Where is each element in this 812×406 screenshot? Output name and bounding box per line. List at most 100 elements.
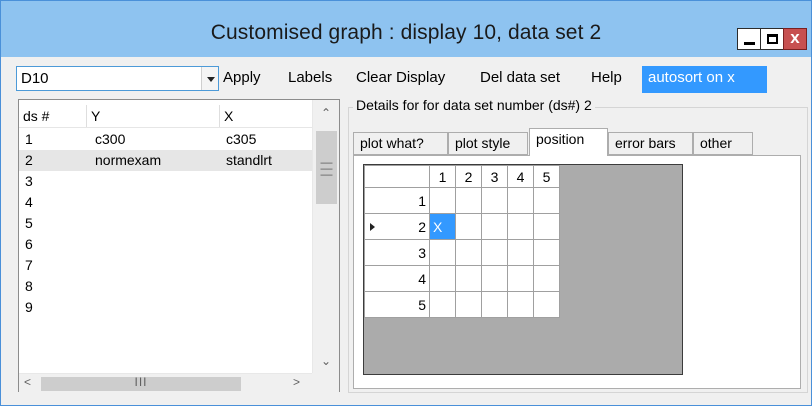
grid-cell[interactable] <box>533 291 560 318</box>
list-item[interactable]: 6 <box>19 234 312 255</box>
horizontal-scroll-thumb[interactable]: III <box>41 375 241 391</box>
grid-col-header[interactable]: 2 <box>455 165 482 188</box>
column-header-ds[interactable]: ds # <box>19 105 87 127</box>
grid-cell[interactable] <box>429 187 456 214</box>
title-bar[interactable]: Customised graph : display 10, data set … <box>1 1 811 57</box>
row-ds: 3 <box>25 173 33 189</box>
grid-col-header[interactable]: 3 <box>481 165 508 188</box>
grid-row: 3 <box>364 239 560 266</box>
close-icon: x <box>790 28 800 47</box>
position-grid-table: 1 2 3 4 5 1 2 X 3 4 5 <box>364 165 560 318</box>
header-divider <box>19 127 312 128</box>
chevron-down-icon[interactable]: ⌄ <box>321 354 331 368</box>
row-ds: 9 <box>25 299 33 315</box>
list-item-selected[interactable]: 2 normexam standlrt <box>19 150 312 171</box>
grid-cell[interactable] <box>507 265 534 292</box>
list-item[interactable]: 8 <box>19 276 312 297</box>
row-ds: 4 <box>25 194 33 210</box>
clear-display-button[interactable]: Clear Display <box>356 69 445 86</box>
grid-cell[interactable] <box>507 239 534 266</box>
vertical-scrollbar[interactable]: ⌃ — — — ⌄ <box>312 100 339 373</box>
grid-cell[interactable] <box>507 187 534 214</box>
grid-row: 5 <box>364 291 560 318</box>
grid-cell[interactable] <box>429 265 456 292</box>
column-header-x[interactable]: X <box>220 105 312 127</box>
grid-cell[interactable] <box>533 187 560 214</box>
tab-plot-what[interactable]: plot what? <box>353 132 448 155</box>
grid-cell[interactable] <box>455 265 482 292</box>
row-ds: 2 <box>25 152 33 168</box>
grid-cell[interactable] <box>455 291 482 318</box>
tab-plot-style[interactable]: plot style <box>448 132 528 155</box>
position-grid[interactable]: 1 2 3 4 5 1 2 X 3 4 5 <box>363 164 683 375</box>
maximize-button[interactable] <box>760 28 784 50</box>
horizontal-scrollbar[interactable]: < III > <box>19 373 312 392</box>
grid-row-header[interactable]: 3 <box>364 239 430 266</box>
grid-header-row: 1 2 3 4 5 <box>364 165 560 188</box>
grid-cell[interactable] <box>481 187 508 214</box>
row-ds: 8 <box>25 278 33 294</box>
grip-icon: III <box>134 375 148 389</box>
grid-cell[interactable] <box>481 291 508 318</box>
row-x: standlrt <box>226 152 272 168</box>
list-item[interactable]: 1 c300 c305 <box>19 129 312 150</box>
chevron-left-icon[interactable]: < <box>24 375 31 389</box>
grid-cell[interactable] <box>481 239 508 266</box>
details-group-label: Details for for data set number (ds#) 2 <box>353 97 595 113</box>
grid-cell[interactable] <box>455 187 482 214</box>
grid-cell[interactable] <box>429 239 456 266</box>
row-ds: 5 <box>25 215 33 231</box>
grid-col-header[interactable]: 5 <box>533 165 560 188</box>
grid-cell[interactable] <box>533 265 560 292</box>
grid-cell[interactable] <box>507 213 534 240</box>
grid-cell[interactable] <box>455 239 482 266</box>
row-y: c300 <box>95 131 126 147</box>
grid-cell[interactable] <box>507 291 534 318</box>
grid-col-header[interactable]: 4 <box>507 165 534 188</box>
list-item[interactable]: 7 <box>19 255 312 276</box>
display-combo[interactable]: D10 <box>16 66 219 91</box>
grid-cell[interactable] <box>481 265 508 292</box>
row-ds: 6 <box>25 236 33 252</box>
grid-cell[interactable] <box>481 213 508 240</box>
current-row-arrow-icon <box>370 223 375 231</box>
row-ds: 1 <box>25 131 33 147</box>
grid-row-header-current[interactable]: 2 <box>364 213 430 240</box>
labels-button[interactable]: Labels <box>288 69 332 86</box>
del-data-set-button[interactable]: Del data set <box>480 69 560 86</box>
tab-position[interactable]: position <box>529 128 608 156</box>
scroll-corner <box>312 373 339 392</box>
dataset-list[interactable]: ds # Y X 1 c300 c305 2 normexam standlrt… <box>18 99 340 392</box>
grid-cell[interactable] <box>533 239 560 266</box>
grid-cell[interactable] <box>429 291 456 318</box>
grid-row-header[interactable]: 1 <box>364 187 430 214</box>
grid-row-header[interactable]: 5 <box>364 291 430 318</box>
list-item[interactable]: 9 <box>19 297 312 318</box>
minimize-icon <box>744 42 755 45</box>
list-item[interactable]: 3 <box>19 171 312 192</box>
row-y: normexam <box>95 152 162 168</box>
help-button[interactable]: Help <box>591 69 622 86</box>
tab-error-bars[interactable]: error bars <box>608 132 693 155</box>
grid-cell[interactable] <box>455 213 482 240</box>
grid-cell[interactable] <box>533 213 560 240</box>
chevron-down-icon[interactable] <box>201 67 218 90</box>
toolbar: D10 Apply Labels Clear Display Del data … <box>1 57 811 97</box>
grid-col-header[interactable]: 1 <box>429 165 456 188</box>
close-button[interactable]: x <box>783 28 807 50</box>
list-item[interactable]: 5 <box>19 213 312 234</box>
minimize-button[interactable] <box>737 28 761 50</box>
list-item[interactable]: 4 <box>19 192 312 213</box>
tab-other[interactable]: other <box>693 132 753 155</box>
display-combo-value: D10 <box>21 70 49 87</box>
apply-button[interactable]: Apply <box>223 69 261 86</box>
grid-row-header[interactable]: 4 <box>364 265 430 292</box>
grid-corner <box>364 165 430 188</box>
grid-row: 1 <box>364 187 560 214</box>
autosort-on-x-button[interactable]: autosort on x <box>642 66 767 93</box>
column-header-y[interactable]: Y <box>87 105 220 127</box>
chevron-right-icon[interactable]: > <box>293 375 300 389</box>
grid-cell-selected[interactable]: X <box>429 213 456 240</box>
vertical-scroll-thumb[interactable]: — — — <box>316 131 337 204</box>
chevron-up-icon[interactable]: ⌃ <box>321 106 331 120</box>
